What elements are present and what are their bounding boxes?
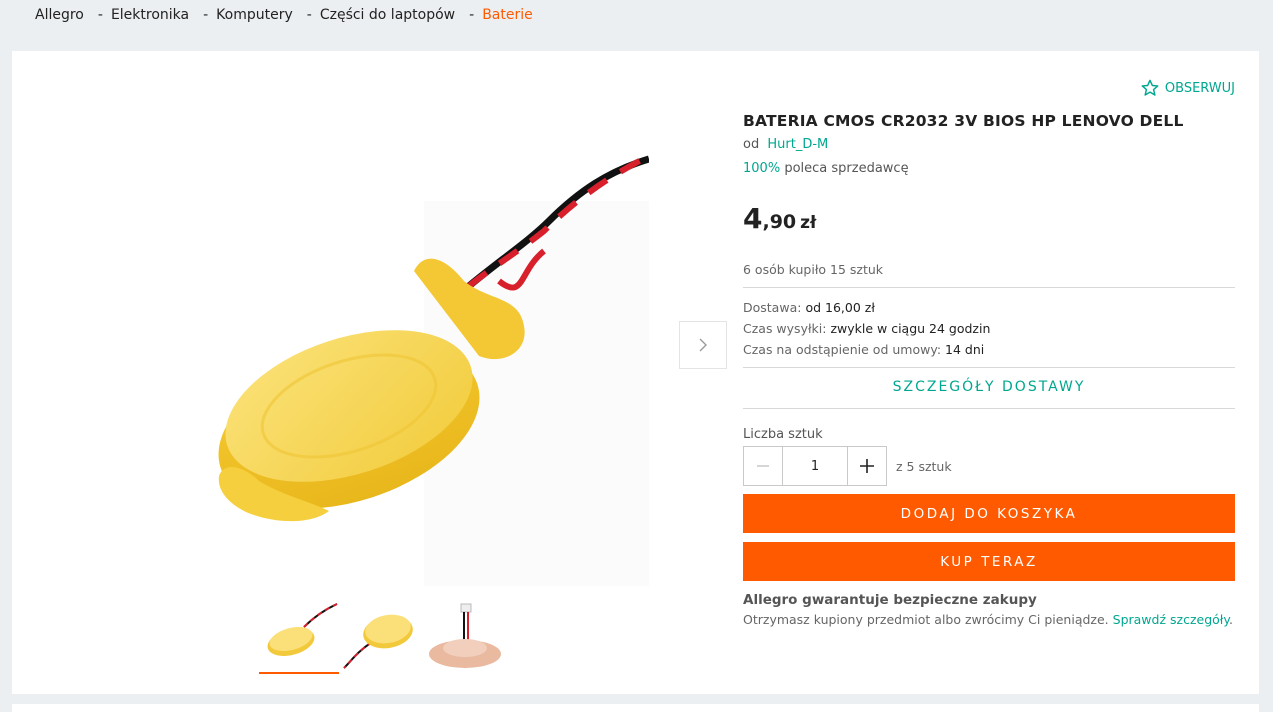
breadcrumb-link[interactable]: Komputery <box>216 7 293 23</box>
price: 4,90 zł <box>743 202 816 235</box>
breadcrumb-item-czesci[interactable]: Części do laptopów <box>293 7 455 23</box>
seller-prefix: od <box>743 137 760 152</box>
seller-link[interactable]: Hurt_D-M <box>767 137 828 152</box>
delivery-cost: Dostawa: od 16,00 zł <box>743 300 875 315</box>
breadcrumb: Allegro Elektronika Komputery Części do … <box>35 6 533 24</box>
quantity-label: Liczba sztuk <box>743 427 823 442</box>
guarantee-details-link[interactable]: Sprawdź szczegóły <box>1113 612 1229 627</box>
breadcrumb-link[interactable]: Allegro <box>35 7 84 23</box>
plus-icon <box>860 459 874 473</box>
guarantee-description: Otrzymasz kupiony przedmiot albo zwrócim… <box>743 612 1109 627</box>
quantity-decrease-button[interactable] <box>743 446 783 486</box>
seller-rating: 100% poleca sprzedawcę <box>743 161 909 176</box>
price-currency: zł <box>800 213 817 233</box>
watch-button[interactable]: OBSERWUJ <box>1141 79 1235 97</box>
thumb-image <box>267 603 338 657</box>
breadcrumb-item-allegro[interactable]: Allegro <box>35 7 84 23</box>
breadcrumb-item-elektronika[interactable]: Elektronika <box>84 7 189 23</box>
gallery-next-button[interactable] <box>679 321 727 369</box>
guarantee-suffix: . <box>1228 612 1233 627</box>
withdraw-time-value: 14 dni <box>945 342 985 357</box>
divider <box>743 408 1235 409</box>
add-to-cart-button[interactable]: DODAJ DO KOSZYKA <box>743 494 1235 533</box>
delivery-cost-value: od 16,00 zł <box>805 300 875 315</box>
product-card: OBSERWUJ BATERIA CMOS CR2032 3V BIOS HP … <box>12 51 1259 694</box>
quantity-increase-button[interactable] <box>847 446 887 486</box>
breadcrumb-link[interactable]: Części do laptopów <box>320 7 455 23</box>
product-title: BATERIA CMOS CR2032 3V BIOS HP LENOVO DE… <box>743 112 1184 130</box>
breadcrumb-link-current[interactable]: Baterie <box>482 7 533 23</box>
gallery-thumbnails <box>259 602 505 674</box>
withdraw-time-label: Czas na odstąpienie od umowy: <box>743 342 942 357</box>
chevron-right-icon <box>699 338 707 352</box>
quantity-stepper: z 5 sztuk <box>743 446 952 486</box>
battery-image <box>218 153 651 586</box>
seller-line: od Hurt_D-M <box>743 137 828 152</box>
dispatch-time-label: Czas wysyłki: <box>743 321 827 336</box>
thumb-image <box>343 614 413 669</box>
price-integer: 4 <box>743 202 763 235</box>
divider <box>743 287 1235 288</box>
withdraw-time: Czas na odstąpienie od umowy: 14 dni <box>743 342 984 357</box>
gallery-thumb-2[interactable] <box>342 602 422 672</box>
dispatch-time: Czas wysyłki: zwykle w ciągu 24 godzin <box>743 321 990 336</box>
quantity-input[interactable] <box>783 446 847 486</box>
star-icon <box>1141 79 1159 96</box>
delivery-details-link[interactable]: SZCZEGÓŁY DOSTAWY <box>743 379 1235 395</box>
dispatch-time-value: zwykle w ciągu 24 godzin <box>830 321 991 336</box>
breadcrumb-item-komputery[interactable]: Komputery <box>189 7 293 23</box>
minus-icon <box>757 465 769 467</box>
product-main-image[interactable] <box>199 151 651 591</box>
gallery-thumb-3[interactable] <box>425 602 505 672</box>
guarantee-title: Allegro gwarantuje bezpieczne zakupy <box>743 592 1037 608</box>
delivery-cost-label: Dostawa: <box>743 300 802 315</box>
quantity-available: z 5 sztuk <box>896 458 952 474</box>
watch-label: OBSERWUJ <box>1164 80 1235 96</box>
recommend-text: poleca sprzedawcę <box>784 161 909 176</box>
gallery-thumb-1[interactable] <box>259 602 339 674</box>
breadcrumb-item-baterie[interactable]: Baterie <box>455 7 533 23</box>
bought-count: 6 osób kupiło 15 sztuk <box>743 262 884 277</box>
breadcrumb-link[interactable]: Elektronika <box>111 7 189 23</box>
divider <box>743 367 1235 368</box>
buy-now-button[interactable]: KUP TERAZ <box>743 542 1235 581</box>
price-decimal: ,90 <box>762 211 797 233</box>
recommend-percent: 100% <box>743 161 781 176</box>
next-section-edge <box>12 704 1259 712</box>
guarantee-text: Otrzymasz kupiony przedmiot albo zwrócim… <box>743 612 1233 627</box>
thumb-image <box>429 603 501 668</box>
